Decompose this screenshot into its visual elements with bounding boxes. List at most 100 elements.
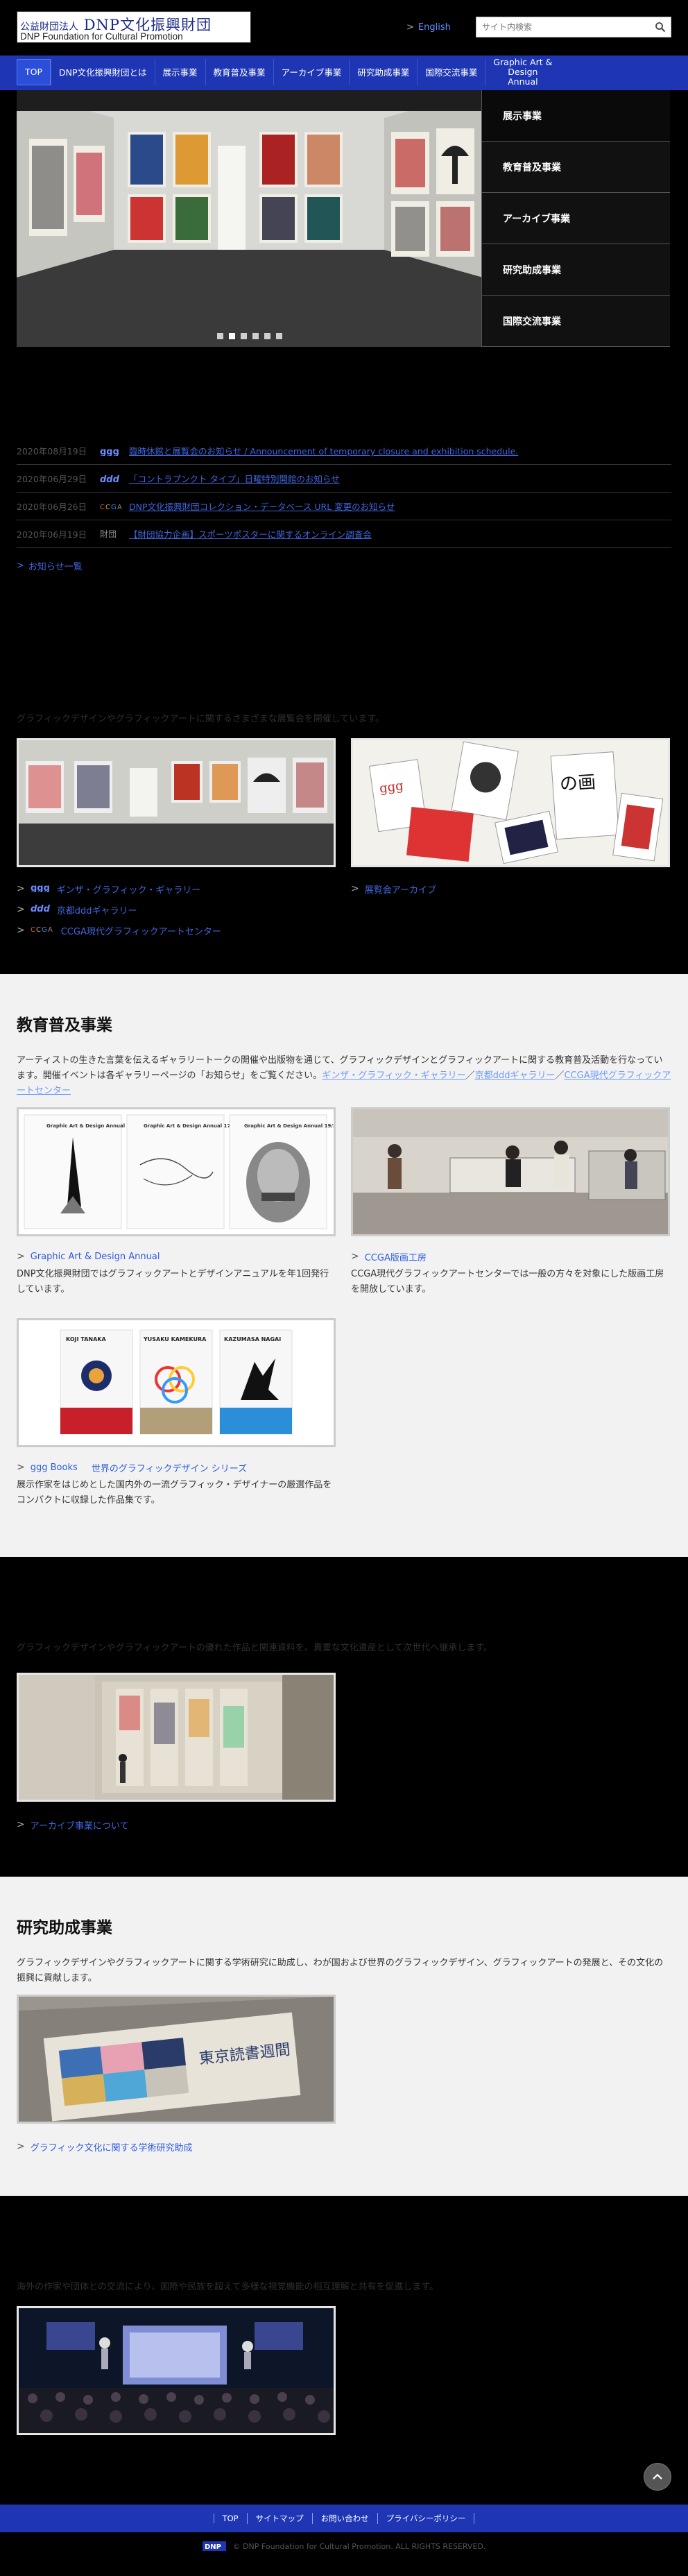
english-link[interactable]: > English [406, 22, 451, 33]
annual-link[interactable]: > Graphic Art & Design Annual [17, 1246, 336, 1267]
news-date: 2020年08月19日 [17, 446, 87, 457]
chevron-right-icon: > [406, 22, 414, 33]
svg-text:ddd: ddd [100, 475, 120, 484]
news-item[interactable]: 2020年06月29日 ddd 「コントラプンクト タイプ」日曜特別開館のお知ら… [17, 465, 671, 493]
back-to-top-button[interactable] [644, 2463, 671, 2491]
exhibit-link-ddd[interactable]: > ddd 京都dddギャラリー [17, 899, 336, 920]
research-lead: グラフィックデザインやグラフィックアートに関する学術研究に助成し、わが国および世… [17, 1958, 664, 1984]
hero-link-international[interactable]: 国際交流事業 [481, 296, 670, 347]
education-lead: アーティストの生きた言葉を伝えるギャラリートークの開催や出版物を通じて、グラフィ… [17, 1055, 671, 1096]
international-photo[interactable] [17, 2306, 336, 2435]
svg-text:Graphic Art & Design Annual 19: Graphic Art & Design Annual 19/20 [244, 1123, 334, 1129]
ccga-icon: CCGA [31, 924, 55, 937]
chevron-right-icon: > [17, 1251, 25, 1262]
annual-books-image[interactable]: Graphic Art & Design Annual 18/19 Graphi… [17, 1107, 336, 1236]
news-title[interactable]: 「コントラプンクト タイプ」日曜特別開館のお知らせ [129, 472, 340, 485]
news-section: 2020年08月19日 ggg 臨時休館と展覧会のお知らせ / Announce… [0, 368, 688, 593]
ggg-books-image[interactable]: KOJI TANAKA YUSAKU KAMEKURA KAZUMASA NAG… [17, 1318, 336, 1447]
site-logo[interactable]: 公益財団法人 DNP文化振興財団 DNP Foundation for Cult… [17, 11, 251, 43]
research-section: 研究助成事業 グラフィックデザインやグラフィックアートに関する学術研究に助成し、… [0, 1877, 688, 2196]
archive-lead: グラフィックデザインやグラフィックアートの優れた作品と関連資料を、貴重な文化遺産… [17, 1643, 493, 1653]
hero-link-education[interactable]: 教育普及事業 [481, 142, 670, 193]
svg-text:ggg: ggg [31, 883, 50, 892]
chevron-right-icon: > [17, 904, 25, 915]
nav-item-top[interactable]: TOP [17, 58, 51, 85]
copyright-text: © DNP Foundation for Cultural Promotion.… [232, 2541, 486, 2551]
education-section: 教育普及事業 アーティストの生きた言葉を伝えるギャラリートークの開催や出版物を通… [0, 974, 688, 1557]
chevron-right-icon: > [17, 925, 25, 936]
news-title[interactable]: 【財団協力企画】スポーツポスターに関するオンライン調査会 [129, 527, 372, 540]
chevron-right-icon: > [17, 883, 25, 894]
research-link[interactable]: > グラフィック文化に関する学術研究助成 [17, 2136, 671, 2157]
svg-text:ddd: ddd [31, 904, 51, 913]
svg-text:C: C [31, 926, 35, 934]
svg-text:A: A [117, 504, 122, 511]
footer-link-privacy[interactable]: プライバシーポリシー [377, 2513, 475, 2524]
exhibition-photo-ggg[interactable] [17, 738, 336, 867]
chevron-right-icon: > [351, 883, 359, 894]
site-footer: TOP サイトマップ お問い合わせ プライバシーポリシー DNP © DNP F… [0, 2505, 688, 2560]
archive-photo[interactable] [17, 1673, 336, 1802]
news-date: 2020年06月29日 [17, 474, 87, 484]
archive-link[interactable]: > アーカイブ事業について [17, 1814, 671, 1835]
hero-link-research[interactable]: 研究助成事業 [481, 244, 670, 296]
news-item[interactable]: 2020年06月26日 CCGA DNP文化振興財団コレクション・データベース … [17, 493, 671, 520]
search-input[interactable] [476, 17, 650, 37]
slider-dot[interactable] [276, 333, 282, 339]
nav-item-archive[interactable]: アーカイブ事業 [273, 58, 350, 85]
footer-link-contact[interactable]: お問い合わせ [311, 2513, 377, 2524]
education-link-ggg[interactable]: ギンザ・グラフィック・ギャラリー [322, 1071, 465, 1081]
education-link-ddd[interactable]: 京都dddギャラリー [475, 1071, 556, 1081]
svg-text:DNP: DNP [205, 2543, 221, 2551]
nav-item-about[interactable]: DNP文化振興財団とは [51, 58, 155, 85]
exhibit-archive-link[interactable]: > 展覧会アーカイブ [351, 878, 670, 899]
exhibition-photo-posters[interactable]: ggg の画 [351, 738, 670, 867]
news-title[interactable]: 臨時休館と展覧会のお知らせ / Announcement of temporar… [129, 444, 518, 457]
hero-link-archive[interactable]: アーカイブ事業 [481, 193, 670, 244]
international-section: 海外の作家や団体との交流により、国際や民族を超えて多様な視覚機能の相互理解と共有… [0, 2196, 688, 2505]
svg-text:Graphic Art & Design Annual 17: Graphic Art & Design Annual 17/18 [144, 1123, 239, 1129]
nav-item-education[interactable]: 教育普及事業 [205, 58, 273, 85]
slider-dots [17, 333, 483, 339]
site-header: 公益財団法人 DNP文化振興財団 DNP Foundation for Cult… [0, 0, 688, 56]
ggg-books-link[interactable]: > ggg Books 世界のグラフィックデザイン シリーズ [17, 1457, 336, 1478]
slider-dot[interactable] [252, 333, 259, 339]
footer-link-sitemap[interactable]: サイトマップ [246, 2513, 312, 2524]
exhibit-link-ggg[interactable]: > ggg ギンザ・グラフィック・ギャラリー [17, 878, 336, 899]
ddd-icon: ddd [31, 903, 51, 916]
international-lead: 海外の作家や団体との交流により、国際や民族を超えて多様な視覚機能の相互理解と共有… [17, 2282, 439, 2292]
news-title[interactable]: DNP文化振興財団コレクション・データベース URL 変更のお知らせ [129, 500, 395, 513]
news-tag-foundation: 財団 [100, 529, 117, 539]
svg-text:C: C [36, 926, 41, 934]
exhibit-link-ccga[interactable]: > CCGA CCGA現代グラフィックアートセンター [17, 920, 336, 941]
nav-item-research[interactable]: 研究助成事業 [349, 58, 417, 85]
slider-dot[interactable] [241, 333, 247, 339]
slider-dot[interactable] [217, 333, 223, 339]
ggg-icon: ggg [31, 882, 51, 895]
svg-text:G: G [42, 926, 47, 934]
news-item[interactable]: 2020年08月19日 ggg 臨時休館と展覧会のお知らせ / Announce… [17, 437, 671, 465]
slider-dot[interactable] [264, 333, 270, 339]
footer-nav: TOP サイトマップ お問い合わせ プライバシーポリシー [0, 2505, 688, 2532]
news-more-link[interactable]: > お知らせ一覧 [17, 559, 83, 572]
research-photo[interactable]: 東京読書週間 [17, 1995, 336, 2124]
nav-item-exhibition[interactable]: 展示事業 [154, 58, 205, 85]
research-title: 研究助成事業 [17, 1919, 112, 1937]
svg-text:G: G [111, 504, 117, 511]
workshop-link[interactable]: > CCGA版画工房 [351, 1246, 670, 1267]
hero-category-menu: 展示事業 教育普及事業 アーカイブ事業 研究助成事業 国際交流事業 [481, 90, 670, 347]
chevron-right-icon: > [351, 1251, 359, 1262]
news-item[interactable]: 2020年06月19日 財団 【財団協力企画】スポーツポスターに関するオンライン… [17, 520, 671, 548]
footer-link-top[interactable]: TOP [213, 2514, 247, 2523]
hero-link-exhibition[interactable]: 展示事業 [481, 90, 670, 142]
nav-item-annual[interactable]: Graphic Art & Design Annual [485, 57, 560, 86]
hero-image [17, 90, 483, 347]
ggg-icon: ggg [100, 446, 129, 456]
ddd-icon: ddd [100, 474, 129, 484]
search-icon[interactable] [650, 17, 671, 37]
chevron-right-icon: > [17, 561, 24, 571]
nav-item-international[interactable]: 国際交流事業 [417, 58, 485, 85]
slider-dot[interactable] [229, 333, 235, 339]
workshop-photo[interactable] [351, 1107, 670, 1236]
news-date: 2020年06月19日 [17, 529, 87, 540]
